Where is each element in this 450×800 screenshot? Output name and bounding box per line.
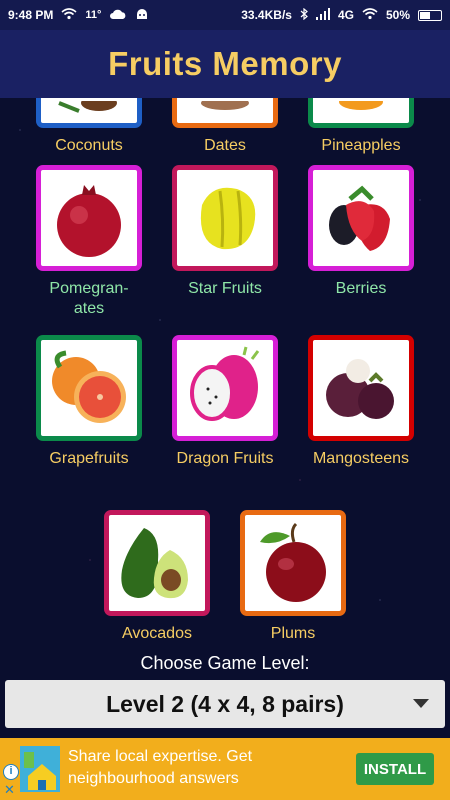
dropdown-arrow-icon [413, 699, 429, 708]
fruit-label: Pineapples [321, 137, 401, 154]
network-speed: 33.4KB/s [241, 8, 292, 22]
fruit-card[interactable] [172, 165, 278, 271]
fruit-card[interactable] [104, 510, 210, 616]
fruit-card[interactable] [240, 510, 346, 616]
fruit-label: Coconuts [55, 137, 123, 154]
avocado-icon [121, 528, 188, 599]
fruit-tile-avocados[interactable]: Avocados [103, 510, 211, 644]
fruit-label: Mangosteens [312, 450, 410, 467]
fruit-label: Pomegran- ates [49, 280, 129, 317]
status-bar: 9:48 PM 11° 33.4KB/s 4G 50% [0, 0, 450, 30]
level-dropdown[interactable]: Level 2 (4 x 4, 8 pairs) [5, 680, 445, 728]
fruit-label: Berries [335, 280, 387, 297]
fruit-tile-pineapples[interactable]: Pineapples [307, 98, 415, 156]
fruit-card[interactable] [308, 335, 414, 441]
app-logo-icon [20, 746, 60, 792]
coconut-icon [58, 100, 117, 113]
wifi-icon [61, 7, 77, 23]
fruit-card[interactable] [308, 98, 414, 128]
network-type: 4G [337, 8, 354, 22]
bluetooth-icon [300, 7, 308, 23]
fruit-tile-berries[interactable]: Berries [307, 165, 415, 299]
fruit-tile-pomegranates[interactable]: Pomegran- ates [35, 165, 143, 319]
signal-bars-icon [315, 7, 330, 23]
fruit-tile-dates[interactable]: Dates [171, 98, 279, 156]
fruit-label: Dragon Fruits [176, 450, 274, 467]
grapefruit-icon [52, 350, 126, 423]
fruit-label: Dates [204, 137, 246, 154]
pineapple-icon [339, 100, 383, 110]
fruit-card[interactable] [36, 98, 142, 128]
ad-info-icon[interactable]: i [3, 764, 19, 780]
level-selected-value: Level 2 (4 x 4, 8 pairs) [106, 690, 344, 717]
dates-icon [201, 100, 249, 110]
ad-close-icon[interactable]: ✕ [4, 782, 15, 798]
fruit-tile-mangosteens[interactable]: Mangosteens [307, 335, 415, 469]
plum-icon [260, 522, 326, 602]
pomegranate-icon [57, 185, 121, 257]
fruit-card[interactable] [36, 335, 142, 441]
fruit-card[interactable] [172, 335, 278, 441]
berries-icon [329, 185, 390, 251]
ad-banner[interactable]: i ✕ Share local expertise. Get neighbour… [0, 738, 450, 800]
fruit-card[interactable] [36, 165, 142, 271]
fruit-tile-grapefruits[interactable]: Grapefruits [35, 335, 143, 469]
fruit-tile-plums[interactable]: Plums [239, 510, 347, 644]
android-icon [135, 8, 149, 23]
temperature: 11° [85, 9, 102, 21]
fruit-card[interactable] [172, 98, 278, 128]
mangosteen-icon [326, 359, 394, 419]
fruit-card[interactable] [308, 165, 414, 271]
wifi-strength-icon [362, 7, 378, 23]
fruit-label: Plums [270, 625, 316, 642]
fruit-tile-coconuts[interactable]: Coconuts [35, 98, 143, 156]
battery-icon [418, 9, 442, 21]
cloud-icon [109, 8, 127, 23]
fruit-label: Star Fruits [188, 280, 262, 297]
battery-percent: 50% [385, 8, 410, 22]
fruit-label: Grapefruits [49, 450, 129, 467]
dragon-fruit-icon [190, 346, 260, 421]
app-header: Fruits Memory [0, 30, 450, 98]
choose-level-label: Choose Game Level: [140, 653, 310, 673]
install-button[interactable]: INSTALL [356, 753, 434, 785]
star-fruit-icon [200, 187, 256, 250]
ad-text: Share local expertise. Get neighbourhood… [68, 748, 253, 787]
clock: 9:48 PM [8, 8, 54, 22]
fruit-tile-dragon-fruits[interactable]: Dragon Fruits [171, 335, 279, 469]
fruit-tile-star-fruits[interactable]: Star Fruits [171, 165, 279, 299]
app-title: Fruits Memory [108, 45, 342, 82]
fruit-label: Avocados [122, 625, 192, 642]
